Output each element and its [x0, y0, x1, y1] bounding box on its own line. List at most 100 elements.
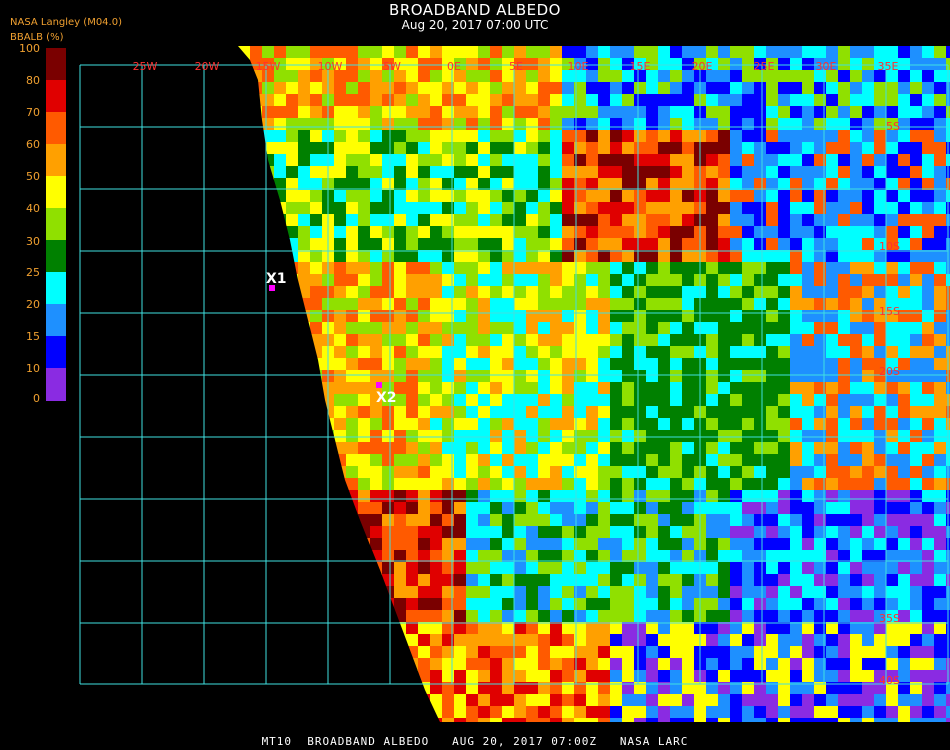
albedo-cell [946, 718, 950, 722]
albedo-cell [682, 358, 694, 370]
albedo-cell [334, 178, 346, 190]
albedo-cell [466, 178, 478, 190]
albedo-cell [718, 550, 730, 562]
albedo-cell [886, 46, 898, 58]
albedo-cell [598, 94, 610, 106]
albedo-cell [922, 142, 934, 154]
albedo-cell [850, 382, 862, 394]
albedo-cell [238, 58, 250, 70]
albedo-cell [778, 106, 790, 118]
albedo-cell [538, 370, 550, 382]
albedo-cell [502, 226, 514, 238]
albedo-cell [634, 598, 646, 610]
albedo-cell [430, 538, 442, 550]
albedo-cell [850, 694, 862, 706]
albedo-cell [622, 298, 634, 310]
albedo-cell [382, 526, 394, 538]
albedo-cell [370, 226, 382, 238]
albedo-cell [730, 694, 742, 706]
albedo-cell [682, 382, 694, 394]
albedo-cell [838, 226, 850, 238]
albedo-cell [646, 538, 658, 550]
albedo-cell [790, 202, 802, 214]
albedo-cell [766, 166, 778, 178]
albedo-cell [238, 346, 250, 358]
albedo-cell [778, 46, 790, 58]
albedo-cell [610, 322, 622, 334]
albedo-cell [262, 442, 274, 454]
albedo-cell [358, 538, 370, 550]
albedo-cell [718, 382, 730, 394]
albedo-cell [670, 274, 682, 286]
albedo-cell [550, 622, 562, 634]
albedo-cell [286, 214, 298, 226]
albedo-cell [406, 250, 418, 262]
albedo-cell [898, 202, 910, 214]
albedo-cell [634, 46, 646, 58]
albedo-cell [898, 274, 910, 286]
albedo-cell [502, 610, 514, 622]
albedo-cell [358, 178, 370, 190]
albedo-cell [706, 310, 718, 322]
albedo-cell [598, 634, 610, 646]
albedo-cell [550, 478, 562, 490]
albedo-cell [406, 118, 418, 130]
albedo-cell [514, 202, 526, 214]
albedo-cell [826, 358, 838, 370]
albedo-cell [382, 358, 394, 370]
albedo-cell [466, 190, 478, 202]
albedo-cell [586, 250, 598, 262]
albedo-cell [790, 646, 802, 658]
albedo-cell [658, 202, 670, 214]
albedo-cell [346, 238, 358, 250]
albedo-cell [934, 634, 946, 646]
albedo-cell [514, 610, 526, 622]
albedo-cell [598, 406, 610, 418]
albedo-cell [634, 238, 646, 250]
albedo-cell [754, 334, 766, 346]
albedo-cell [238, 598, 250, 610]
albedo-cell [634, 82, 646, 94]
albedo-cell [886, 502, 898, 514]
albedo-cell [346, 94, 358, 106]
albedo-cell [910, 214, 922, 226]
albedo-cell [622, 694, 634, 706]
albedo-cell [550, 490, 562, 502]
albedo-cell [706, 634, 718, 646]
albedo-cell [658, 718, 670, 722]
albedo-cell [610, 622, 622, 634]
albedo-cell [586, 238, 598, 250]
albedo-cell [622, 574, 634, 586]
albedo-cell [274, 670, 286, 682]
albedo-cell [478, 130, 490, 142]
albedo-cell [682, 658, 694, 670]
albedo-cell [598, 466, 610, 478]
albedo-cell [790, 550, 802, 562]
albedo-cell [430, 250, 442, 262]
albedo-cell [742, 526, 754, 538]
albedo-cell [658, 142, 670, 154]
albedo-cell [562, 334, 574, 346]
albedo-cell [754, 562, 766, 574]
albedo-cell [610, 658, 622, 670]
albedo-cell [262, 418, 274, 430]
albedo-cell [718, 658, 730, 670]
albedo-cell [550, 142, 562, 154]
albedo-cell [502, 538, 514, 550]
albedo-cell [430, 694, 442, 706]
albedo-cell [682, 526, 694, 538]
albedo-cell [682, 550, 694, 562]
albedo-cell [382, 418, 394, 430]
albedo-cell [778, 454, 790, 466]
albedo-cell [430, 70, 442, 82]
albedo-cell [358, 310, 370, 322]
albedo-cell [298, 226, 310, 238]
albedo-cell [538, 694, 550, 706]
albedo-cell [634, 214, 646, 226]
albedo-cell [646, 586, 658, 598]
albedo-cell [394, 178, 406, 190]
albedo-cell [922, 238, 934, 250]
albedo-cell [742, 694, 754, 706]
albedo-cell [646, 442, 658, 454]
albedo-cell [706, 514, 718, 526]
